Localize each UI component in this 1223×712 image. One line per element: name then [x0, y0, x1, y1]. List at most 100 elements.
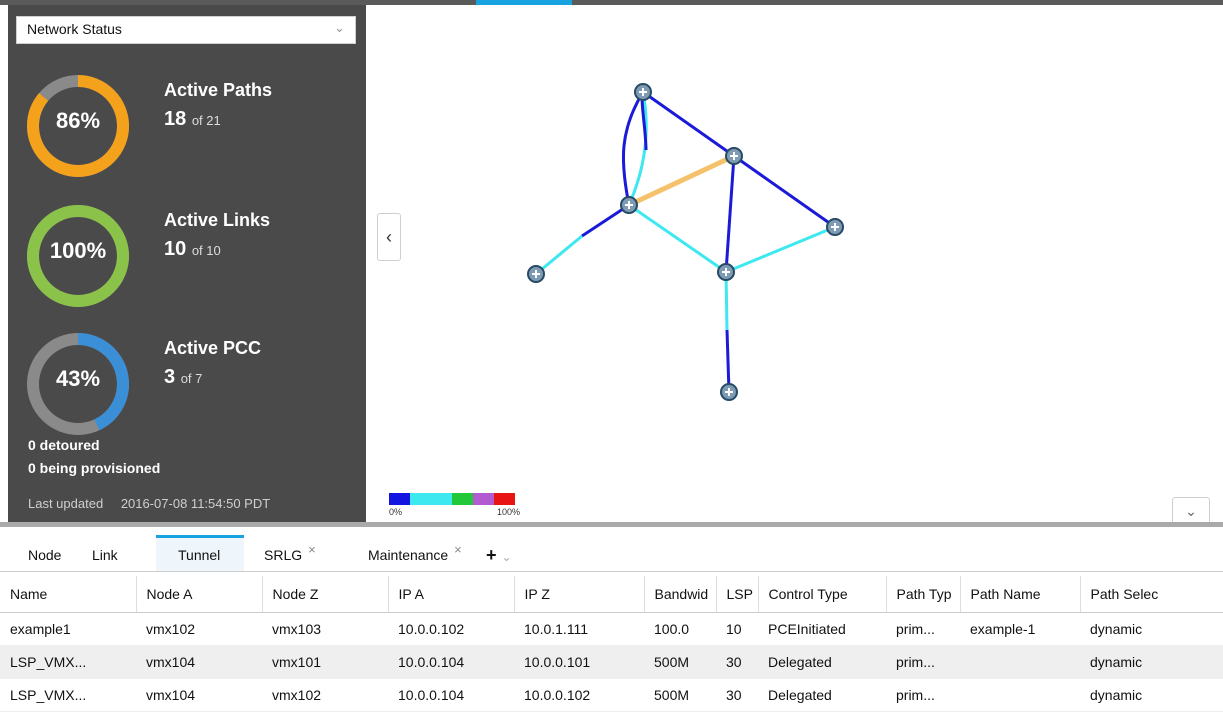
metric-count: 18 of 21 [164, 108, 221, 130]
close-icon[interactable]: × [454, 542, 462, 557]
detoured-count: 0 detoured [28, 437, 100, 453]
tab-link[interactable]: Link [92, 535, 118, 571]
column-header[interactable]: Node A [136, 576, 263, 613]
chevron-down-icon: ⌄ [1185, 503, 1197, 519]
router-node[interactable] [725, 147, 743, 165]
link-n6-n7-b [725, 329, 731, 393]
metric-percent: 43% [55, 366, 101, 391]
table-cell: prim... [886, 612, 960, 646]
tab-node[interactable]: Node [28, 535, 61, 571]
table-cell: vmx101 [262, 645, 388, 679]
column-header[interactable]: Control Type [758, 576, 887, 613]
table-cell: vmx102 [262, 678, 388, 712]
table-cell: Delegated [758, 645, 886, 679]
metric-title: Active Paths [164, 80, 273, 100]
table-cell: vmx104 [136, 645, 262, 679]
table-cell: 500M [644, 678, 716, 712]
link-n1-n3-a[interactable] [621, 91, 645, 206]
view-select-value: Network Status [27, 21, 122, 37]
table-row[interactable]: example1 vmx102 vmx103 10.0.0.102 10.0.1… [0, 612, 1223, 646]
link-n3-n2[interactable] [627, 153, 736, 208]
pane-divider[interactable] [0, 522, 1223, 527]
metric-percent: 86% [55, 108, 101, 133]
table-cell: 10 [716, 612, 758, 646]
link-n4-n6[interactable] [725, 225, 836, 274]
column-header[interactable]: Node Z [262, 576, 389, 613]
metric-active-pcc: 43% Active PCC 3 of 7 [24, 330, 354, 440]
last-updated: Last updated 2016-07-08 11:54:50 PDT [28, 496, 284, 511]
legend-color-bar [389, 493, 515, 505]
legend-swatch [389, 493, 410, 505]
column-header[interactable]: Path Name [960, 576, 1081, 613]
last-updated-value: 2016-07-08 11:54:50 PDT [120, 496, 271, 511]
legend-min-label: 0% [389, 507, 403, 517]
utilization-legend: 0% 100% [389, 493, 520, 517]
metric-active-links: 100% Active Links 10 of 10 [24, 202, 354, 312]
table-cell: dynamic [1080, 645, 1223, 679]
link-n2-n6[interactable] [724, 155, 736, 273]
table-cell: example-1 [960, 612, 1080, 646]
provisioning-count: 0 being provisioned [28, 460, 161, 476]
link-n1-n2[interactable] [642, 90, 735, 158]
close-icon[interactable]: × [308, 542, 316, 557]
table-cell: 10.0.0.104 [388, 645, 514, 679]
chevron-down-icon[interactable]: ⌄ [502, 550, 512, 564]
metric-active-paths: 86% Active Paths 18 of 21 [24, 72, 354, 182]
table-cell: 10.0.0.104 [388, 678, 514, 712]
legend-swatch [431, 493, 452, 505]
column-header[interactable]: Path Selec [1080, 576, 1223, 613]
column-header[interactable]: Bandwid [644, 576, 717, 613]
table-cell: vmx103 [262, 612, 388, 646]
table-row[interactable]: LSP_VMX... vmx104 vmx101 10.0.0.104 10.0… [0, 645, 1223, 679]
table-cell: 100.0 [644, 612, 716, 646]
tab-maintenance[interactable]: Maintenance × [368, 535, 462, 571]
metric-title: Active PCC [164, 338, 262, 358]
table-cell: 10.0.0.102 [514, 678, 644, 712]
metric-count: 3 of 7 [164, 366, 203, 388]
table-row[interactable]: LSP_VMX... vmx104 vmx102 10.0.0.104 10.0… [0, 678, 1223, 712]
legend-swatch [452, 493, 473, 505]
add-tab-button[interactable]: + ⌄ [486, 535, 512, 571]
topology-map[interactable] [366, 5, 1223, 522]
table-cell: 30 [716, 645, 758, 679]
table-cell: 10.0.1.111 [514, 612, 644, 646]
metric-title: Active Links [164, 210, 271, 230]
table-cell: 500M [644, 645, 716, 679]
legend-swatch [473, 493, 494, 505]
legend-swatch [494, 493, 515, 505]
table-cell: vmx102 [136, 612, 262, 646]
router-node[interactable] [826, 218, 844, 236]
table-cell: prim... [886, 678, 960, 712]
router-node[interactable] [634, 83, 652, 101]
tab-tunnel[interactable]: Tunnel [156, 535, 244, 571]
table-cell: 10.0.0.102 [388, 612, 514, 646]
table-cell: vmx104 [136, 678, 262, 712]
tab-bar: Node Link Tunnel SRLG × Maintenance × + ⌄ [0, 535, 1223, 572]
metric-count: 10 of 10 [164, 238, 221, 260]
column-header[interactable]: Path Typ [886, 576, 961, 613]
column-header[interactable]: LSP [716, 576, 759, 613]
table-header-row: Name Node A Node Z IP A IP Z Bandwid LSP… [0, 576, 1223, 613]
metric-percent: 100% [49, 238, 107, 263]
table-cell [960, 645, 1080, 679]
table-cell: Delegated [758, 678, 886, 712]
tab-srlg[interactable]: SRLG × [264, 535, 316, 571]
table-cell: 10.0.0.101 [514, 645, 644, 679]
table-cell: LSP_VMX... [0, 678, 136, 712]
chevron-down-icon: ⌄ [334, 20, 345, 35]
table-cell: LSP_VMX... [0, 645, 136, 679]
table-cell: 30 [716, 678, 758, 712]
router-node[interactable] [717, 263, 735, 281]
link-n3-n6[interactable] [628, 203, 727, 274]
column-header[interactable]: IP A [388, 576, 515, 613]
link-n2-n4[interactable] [733, 154, 836, 229]
expand-button[interactable]: ⌄ [1172, 497, 1210, 525]
column-header[interactable]: Name [0, 576, 137, 613]
view-select[interactable]: Network Status ⌄ [16, 16, 356, 44]
legend-swatch [410, 493, 431, 505]
router-node[interactable] [620, 196, 638, 214]
router-node[interactable] [720, 383, 738, 401]
router-node[interactable] [527, 265, 545, 283]
column-header[interactable]: IP Z [514, 576, 645, 613]
last-updated-label: Last updated [28, 496, 104, 511]
